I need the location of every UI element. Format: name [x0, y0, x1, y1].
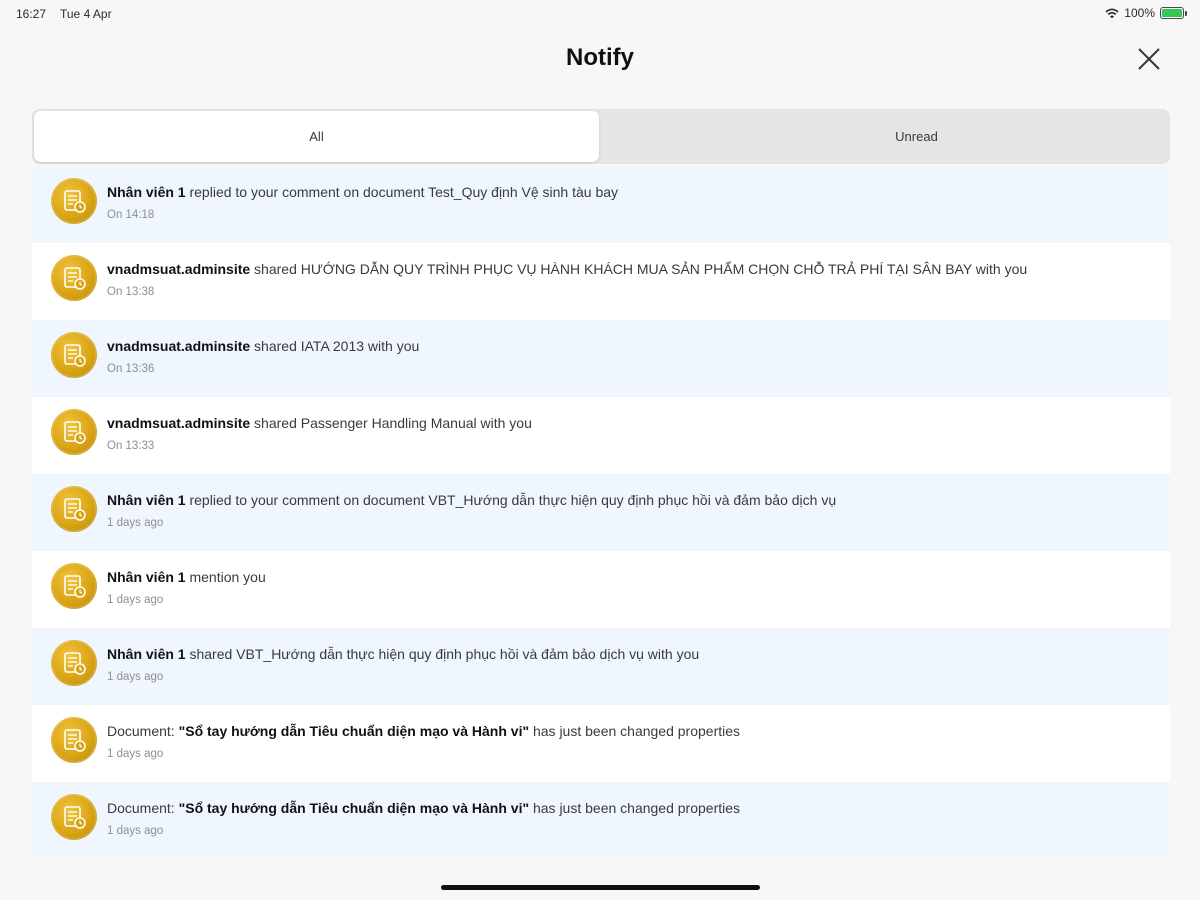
tab-all[interactable]: All — [34, 111, 599, 162]
notification-document-name: "Sổ tay hướng dẫn Tiêu chuẩn diện mạo và… — [178, 800, 530, 816]
tab-unread[interactable]: Unread — [634, 111, 1199, 162]
notification-message: vnadmsuat.adminsite shared HƯỚNG DẪN QUY… — [107, 261, 1150, 277]
notification-actor: Nhân viên 1 — [107, 492, 186, 508]
notification-time: On 13:36 — [107, 363, 155, 375]
notification-text: shared IATA 2013 with you — [250, 338, 420, 354]
notification-text: has just been changed properties — [529, 723, 741, 739]
notification-document-name: "Sổ tay hướng dẫn Tiêu chuẩn diện mạo và… — [178, 723, 530, 739]
wifi-icon — [1105, 8, 1119, 18]
filter-tabs: All Unread — [32, 109, 1170, 164]
notification-time: 1 days ago — [107, 517, 164, 529]
notification-list: Nhân viên 1 replied to your comment on d… — [32, 166, 1170, 859]
status-indicators: 100% — [1105, 6, 1187, 20]
notification-text: shared VBT_Hướng dẫn thực hiện quy định … — [185, 646, 700, 662]
document-clock-icon — [51, 563, 97, 609]
notification-item[interactable]: Nhân viên 1 shared VBT_Hướng dẫn thực hi… — [32, 628, 1170, 705]
notification-actor: vnadmsuat.adminsite — [107, 338, 251, 354]
notification-item[interactable]: Nhân viên 1 replied to your comment on d… — [32, 166, 1170, 243]
status-date: Tue 4 Apr — [60, 7, 112, 21]
notification-actor: vnadmsuat.adminsite — [107, 261, 251, 277]
notification-text: shared HƯỚNG DẪN QUY TRÌNH PHỤC VỤ HÀNH … — [250, 261, 1028, 277]
notification-item[interactable]: Nhân viên 1 replied to your comment on d… — [32, 474, 1170, 551]
notification-time: 1 days ago — [107, 594, 164, 606]
notification-item[interactable]: Document: "Sổ tay hướng dẫn Tiêu chuẩn d… — [32, 782, 1170, 859]
document-clock-icon — [51, 794, 97, 840]
notification-message: Document: "Sổ tay hướng dẫn Tiêu chuẩn d… — [107, 800, 1150, 816]
document-clock-icon — [51, 255, 97, 301]
notification-prefix: Document: — [107, 723, 179, 739]
document-clock-icon — [51, 486, 97, 532]
document-clock-icon — [51, 409, 97, 455]
battery-icon — [1160, 7, 1187, 19]
document-clock-icon — [51, 640, 97, 686]
notification-item[interactable]: Document: "Sổ tay hướng dẫn Tiêu chuẩn d… — [32, 705, 1170, 782]
notification-text: replied to your comment on document Test… — [185, 184, 619, 200]
notification-text: has just been changed properties — [529, 800, 741, 816]
notification-actor: Nhân viên 1 — [107, 646, 186, 662]
notification-text: replied to your comment on document VBT_… — [185, 492, 837, 508]
notification-message: Nhân viên 1 replied to your comment on d… — [107, 492, 1150, 508]
document-clock-icon — [51, 332, 97, 378]
notification-message: vnadmsuat.adminsite shared Passenger Han… — [107, 415, 1150, 431]
notification-item[interactable]: vnadmsuat.adminsite shared HƯỚNG DẪN QUY… — [32, 243, 1170, 320]
notification-time: 1 days ago — [107, 671, 164, 683]
notification-text: mention you — [185, 569, 266, 585]
notification-item[interactable]: Nhân viên 1 mention you 1 days ago — [32, 551, 1170, 628]
notification-prefix: Document: — [107, 800, 179, 816]
notification-time: 1 days ago — [107, 825, 164, 837]
notification-message: Nhân viên 1 shared VBT_Hướng dẫn thực hi… — [107, 646, 1150, 662]
notification-actor: vnadmsuat.adminsite — [107, 415, 251, 431]
page-title: Notify — [566, 44, 634, 71]
notification-message: Document: "Sổ tay hướng dẫn Tiêu chuẩn d… — [107, 723, 1150, 739]
notification-actor: Nhân viên 1 — [107, 569, 186, 585]
notification-time: On 14:18 — [107, 209, 155, 221]
notification-message: vnadmsuat.adminsite shared IATA 2013 wit… — [107, 338, 1150, 354]
notification-item[interactable]: vnadmsuat.adminsite shared Passenger Han… — [32, 397, 1170, 474]
status-time: 16:27 — [16, 7, 47, 21]
notification-text: shared Passenger Handling Manual with yo… — [250, 415, 532, 431]
battery-percent: 100% — [1124, 6, 1155, 20]
close-button[interactable] — [1136, 46, 1162, 72]
notification-message: Nhân viên 1 mention you — [107, 569, 1150, 585]
home-indicator — [441, 885, 760, 890]
document-clock-icon — [51, 178, 97, 224]
notification-item[interactable]: vnadmsuat.adminsite shared IATA 2013 wit… — [32, 320, 1170, 397]
notification-time: On 13:33 — [107, 440, 155, 452]
notification-actor: Nhân viên 1 — [107, 184, 186, 200]
close-icon — [1138, 48, 1160, 70]
notification-time: 1 days ago — [107, 748, 164, 760]
notification-message: Nhân viên 1 replied to your comment on d… — [107, 184, 1150, 200]
document-clock-icon — [51, 717, 97, 763]
notification-time: On 13:38 — [107, 286, 155, 298]
status-bar: 16:27 Tue 4 Apr 100% — [0, 0, 1200, 28]
